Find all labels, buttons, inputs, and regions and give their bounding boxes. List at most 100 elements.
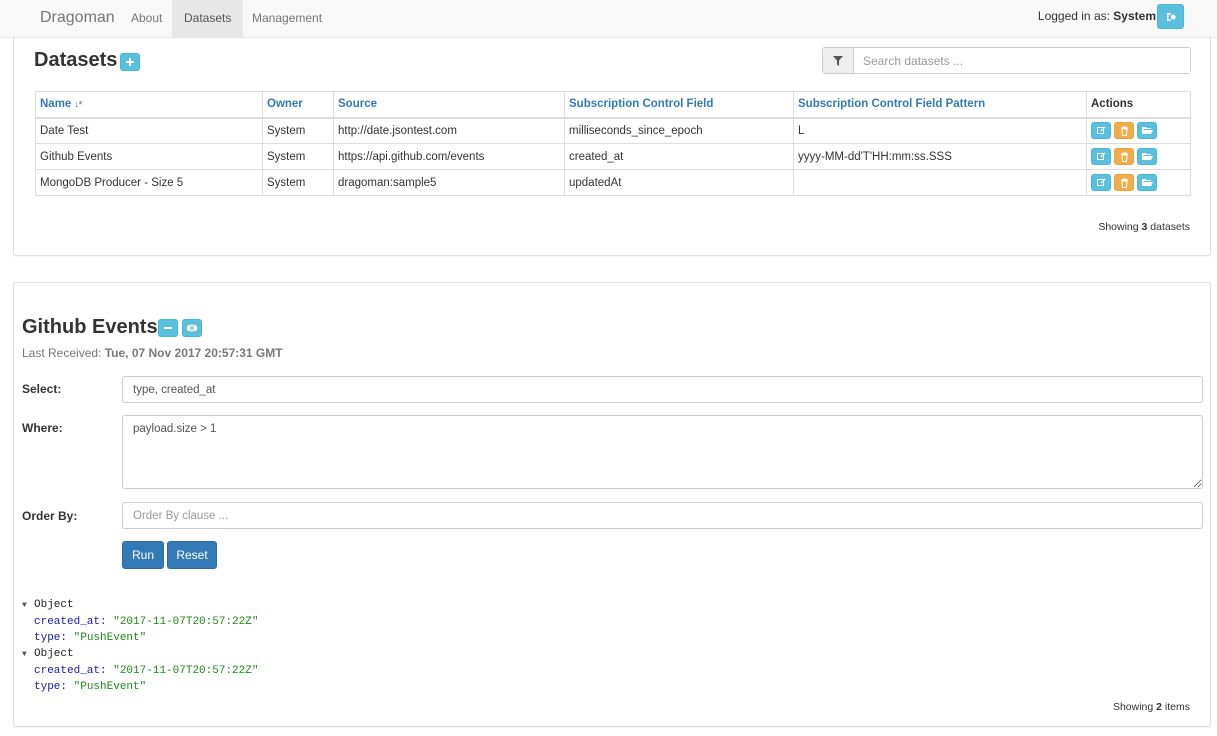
object-label: Object [34,648,74,660]
last-received-label: Last Received: [22,346,105,360]
edit-icon [1096,152,1105,160]
sort-alpha-icon: ↓² [74,99,83,110]
table-row: Date Test System http://date.jsontest.co… [35,117,1191,144]
cell-actions [1086,117,1191,144]
field-key: created_at: [34,665,107,677]
collapse-button[interactable] [158,319,178,337]
cell-pattern: L [793,117,1087,144]
select-label: Select: [22,382,62,396]
field-key: created_at: [34,616,107,628]
minus-icon [164,327,172,329]
collapse-triangle-icon[interactable]: ▼ [22,647,34,663]
col-owner[interactable]: Owner [262,91,334,119]
cell-field: milliseconds_since_epoch [564,117,794,144]
last-received-value: Tue, 07 Nov 2017 20:57:31 GMT [104,346,283,360]
results-tree: ▼ Object created_at: "2017-11-07T20:57:22… [22,597,258,695]
cell-name: Date Test [35,117,263,144]
open-button[interactable] [1137,174,1157,191]
field-value: "2017-11-07T20:57:22Z" [113,665,259,677]
datasets-panel: Datasets Name ↓² Owner Source Subscripti… [13,38,1211,256]
where-label: Where: [22,421,63,435]
datasets-table: Name ↓² Owner Source Subscription Contro… [35,91,1191,196]
search-input[interactable] [854,48,1190,73]
trash-icon [1120,152,1128,162]
reset-button[interactable]: Reset [167,541,217,569]
where-textarea[interactable]: payload.size > 1 [122,415,1203,489]
collapse-triangle-icon[interactable]: ▼ [22,598,34,614]
col-field[interactable]: Subscription Control Field [564,91,794,119]
open-button[interactable] [1137,148,1157,165]
logout-icon [1166,12,1176,21]
count-suffix: datasets [1147,221,1190,233]
edit-button[interactable] [1091,148,1111,165]
delete-button[interactable] [1114,174,1134,191]
brand-logo[interactable]: Dragoman [40,0,115,38]
table-row: Github Events System https://api.github.… [35,143,1191,170]
cell-field: created_at [564,143,794,170]
login-prefix: Logged in as: [1037,9,1114,23]
top-navbar: Dragoman About Datasets Management Logge… [0,0,1217,38]
dataset-search [822,47,1191,74]
field-key: type: [34,632,68,644]
nav-datasets[interactable]: Datasets [172,0,244,38]
eye-icon [186,324,198,332]
field-value: "2017-11-07T20:57:22Z" [113,616,259,628]
field-value: "PushEvent" [73,632,147,644]
select-input[interactable] [122,376,1203,403]
filter-icon [833,55,843,66]
cell-pattern: yyyy-MM-dd'T'HH:mm:ss.SSS [793,143,1087,170]
folder-open-icon [1141,127,1153,135]
cell-actions [1086,169,1191,196]
trash-icon [1120,126,1128,136]
result-field: type: "PushEvent" [22,630,258,646]
result-field: created_at: "2017-11-07T20:57:22Z" [22,663,258,679]
edit-button[interactable] [1091,174,1111,191]
result-field: type: "PushEvent" [22,679,258,695]
col-actions: Actions [1086,91,1191,119]
logout-button[interactable] [1157,4,1184,29]
delete-button[interactable] [1114,148,1134,165]
col-name-label: Name [40,98,72,111]
add-dataset-button[interactable] [120,53,140,71]
plus-icon [126,58,134,66]
result-object[interactable]: ▼ Object [22,646,258,663]
trash-icon [1120,178,1128,188]
field-value: "PushEvent" [73,681,147,693]
login-user: System [1113,9,1156,23]
field-key: type: [34,681,68,693]
cell-source: http://date.jsontest.com [333,117,565,144]
col-pattern[interactable]: Subscription Control Field Pattern [793,91,1087,119]
count-prefix: Showing [1098,221,1142,233]
cell-source: dragoman:sample5 [333,169,565,196]
run-button[interactable]: Run [122,541,164,569]
edit-button[interactable] [1091,122,1111,140]
cell-owner: System [262,117,334,144]
table-header-row: Name ↓² Owner Source Subscription Contro… [35,91,1191,119]
count-prefix: Showing [1112,701,1157,713]
cell-name: MongoDB Producer - Size 5 [35,169,263,196]
cell-pattern [793,169,1087,196]
col-name[interactable]: Name ↓² [35,91,263,119]
orderby-label: Order By: [22,509,78,523]
cell-field: updatedAt [564,169,794,196]
nav-about[interactable]: About [119,0,174,38]
filter-addon [823,48,854,73]
login-status: Logged in as: System [1038,0,1156,36]
cell-name: Github Events [35,143,263,170]
folder-open-icon [1141,179,1153,186]
delete-button[interactable] [1114,122,1134,140]
edit-icon [1096,178,1105,186]
object-label: Object [34,599,74,611]
count-suffix: items [1161,701,1190,713]
nav-management[interactable]: Management [240,0,334,38]
cell-actions [1086,143,1191,170]
result-object[interactable]: ▼ Object [22,597,258,614]
col-source[interactable]: Source [333,91,565,119]
cell-owner: System [262,143,334,170]
open-button[interactable] [1137,122,1157,140]
cell-owner: System [262,169,334,196]
orderby-input[interactable] [122,502,1203,529]
view-button[interactable] [182,319,202,337]
table-row: MongoDB Producer - Size 5 System dragoma… [35,169,1191,196]
results-count: Showing 2 items [1113,701,1190,713]
